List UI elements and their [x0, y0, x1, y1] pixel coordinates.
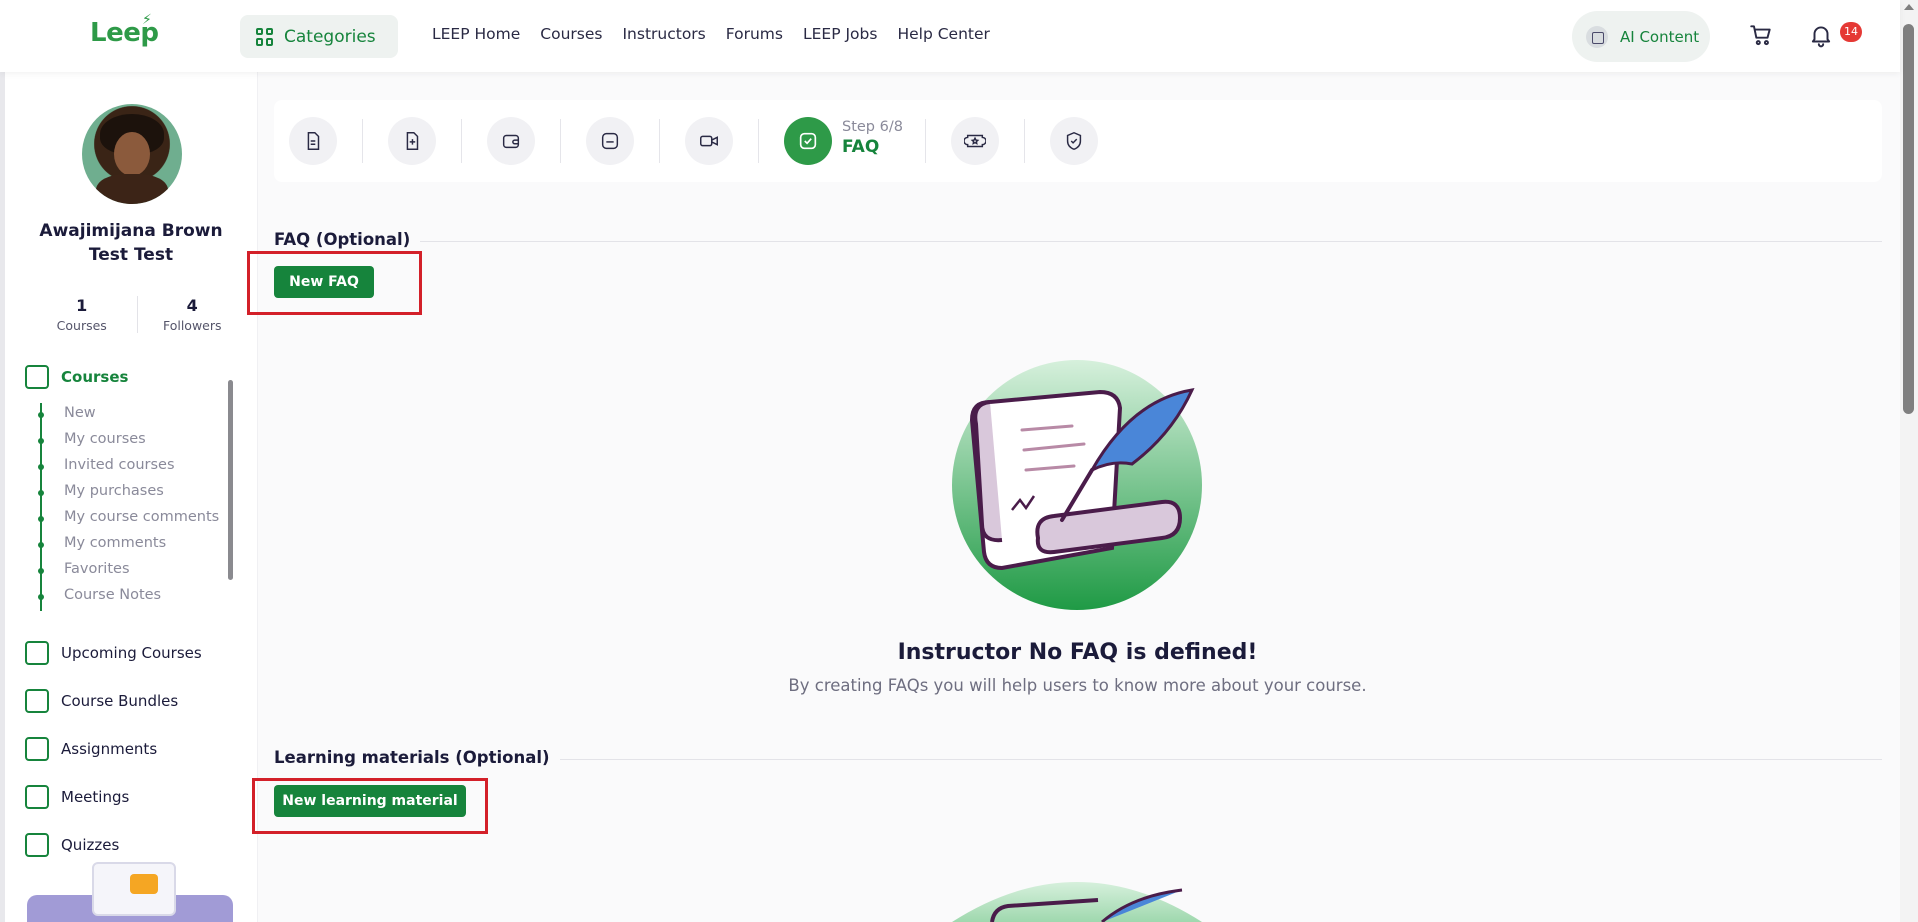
faq-divider [274, 241, 1882, 242]
meeting-icon [25, 785, 49, 809]
stat-followers-value: 4 [186, 296, 198, 315]
user-name: Awajimijana Brown Test Test [39, 221, 223, 265]
ai-chip-icon [1586, 25, 1608, 48]
submenu-dot [38, 412, 44, 418]
sidebar-item-courses[interactable]: Courses [25, 365, 128, 389]
submenu-dot [38, 464, 44, 470]
nav-courses[interactable]: Courses [540, 25, 602, 43]
submenu-new[interactable]: New [64, 405, 96, 421]
nav-instructors[interactable]: Instructors [622, 25, 705, 43]
step-number: Step 6/8 [842, 119, 903, 135]
highlight-box-faq [247, 251, 422, 315]
submenu-track [40, 403, 42, 611]
leep-logo[interactable]: Leep ⚡ [90, 12, 159, 48]
stat-followers[interactable]: 4 Followers [136, 296, 248, 333]
top-navbar: Leep ⚡ Categories LEEP Home Courses Inst… [0, 0, 1900, 72]
categories-label: Categories [284, 26, 376, 47]
boxes-icon [25, 689, 49, 713]
step-separator [925, 119, 926, 163]
sidebar-item-meetings-label: Meetings [61, 788, 130, 806]
ai-content-label: AI Content [1620, 27, 1700, 46]
submenu-favorites[interactable]: Favorites [64, 561, 130, 577]
step-separator [758, 119, 759, 163]
nav-forums[interactable]: Forums [726, 25, 783, 43]
step-2-add-document-icon[interactable] [388, 117, 436, 165]
submenu-dot [38, 490, 44, 496]
feather-icon [25, 737, 49, 761]
play-icon [130, 874, 158, 894]
sidebar-item-assignments-label: Assignments [61, 740, 158, 758]
nav-help-center[interactable]: Help Center [897, 25, 989, 43]
learning-scroll-quill-illustration [952, 882, 1202, 922]
page-scrollbar-thumb[interactable] [1903, 24, 1914, 414]
submenu-my-comments[interactable]: My comments [64, 535, 166, 551]
notification-badge: 14 [1840, 22, 1862, 42]
user-stats: 1 Courses 4 Followers [27, 296, 247, 333]
sidebar-item-courses-label: Courses [61, 368, 129, 386]
categories-button[interactable]: Categories [240, 15, 398, 58]
current-step-info: Step 6/8 FAQ [842, 119, 903, 157]
faq-empty-subtitle: By creating FAQs you will help users to … [788, 676, 1367, 695]
sidebar-item-course-bundles-label: Course Bundles [61, 692, 179, 710]
sidebar-scrollbar[interactable] [228, 380, 233, 580]
avatar[interactable] [82, 104, 182, 204]
submenu-course-notes[interactable]: Course Notes [64, 587, 161, 603]
step-name: FAQ [842, 137, 880, 157]
step-separator [659, 119, 660, 163]
sidebar-item-course-bundles[interactable]: Course Bundles [25, 689, 178, 713]
logo-spark-icon: ⚡ [142, 12, 152, 28]
stat-courses[interactable]: 1 Courses [27, 296, 137, 333]
stat-followers-label: Followers [162, 318, 222, 333]
step-separator [362, 119, 363, 163]
stat-courses-value: 1 [76, 296, 88, 315]
stat-courses-label: Courses [56, 318, 107, 333]
scroll-up-arrow-icon[interactable] [1904, 4, 1914, 10]
faq-scroll-quill-illustration [952, 360, 1202, 610]
step-separator [560, 119, 561, 163]
course-board-icon [25, 365, 49, 389]
main-nav: LEEP Home Courses Instructors Forums LEE… [432, 25, 990, 43]
nav-leep-jobs[interactable]: LEEP Jobs [803, 25, 877, 43]
submenu-dot [38, 516, 44, 522]
submenu-dot [38, 542, 44, 548]
step-separator [461, 119, 462, 163]
nav-leep-home[interactable]: LEEP Home [432, 25, 520, 43]
submenu-my-course-comments[interactable]: My course comments [64, 509, 219, 525]
step-5-video-icon[interactable] [685, 117, 733, 165]
sidebar-item-quizzes[interactable]: Quizzes [25, 833, 119, 857]
submenu-dot [38, 568, 44, 574]
step-4-minus-folder-icon[interactable] [586, 117, 634, 165]
step-7-badge-star-icon[interactable] [951, 117, 999, 165]
grid-icon [256, 27, 274, 46]
step-3-wallet-icon[interactable] [487, 117, 535, 165]
step-separator [1024, 119, 1025, 163]
sidebar-item-upcoming-courses-label: Upcoming Courses [61, 644, 202, 662]
submenu-dot [38, 438, 44, 444]
sidebar-item-upcoming-courses[interactable]: Upcoming Courses [25, 641, 202, 665]
step-8-shield-check-icon[interactable] [1050, 117, 1098, 165]
quiz-icon [25, 833, 49, 857]
sidebar-item-meetings[interactable]: Meetings [25, 785, 129, 809]
faq-empty-title: Instructor No FAQ is defined! [897, 640, 1258, 665]
bell-icon[interactable] [1808, 22, 1834, 48]
faq-section-title: FAQ (Optional) [274, 230, 421, 249]
film-icon [25, 641, 49, 665]
ai-content-button[interactable]: AI Content [1572, 11, 1710, 62]
submenu-invited-courses[interactable]: Invited courses [64, 457, 175, 473]
sidebar-item-quizzes-label: Quizzes [61, 836, 120, 854]
step-6-check-square-icon[interactable] [784, 117, 832, 165]
highlight-box-learning [252, 778, 488, 834]
cart-icon[interactable] [1748, 22, 1774, 48]
sidebar-item-assignments[interactable]: Assignments [25, 737, 157, 761]
submenu-dot [38, 594, 44, 600]
step-1-document-icon[interactable] [289, 117, 337, 165]
submenu-my-courses[interactable]: My courses [64, 431, 146, 447]
learning-section-title: Learning materials (Optional) [274, 748, 560, 767]
submenu-my-purchases[interactable]: My purchases [64, 483, 164, 499]
